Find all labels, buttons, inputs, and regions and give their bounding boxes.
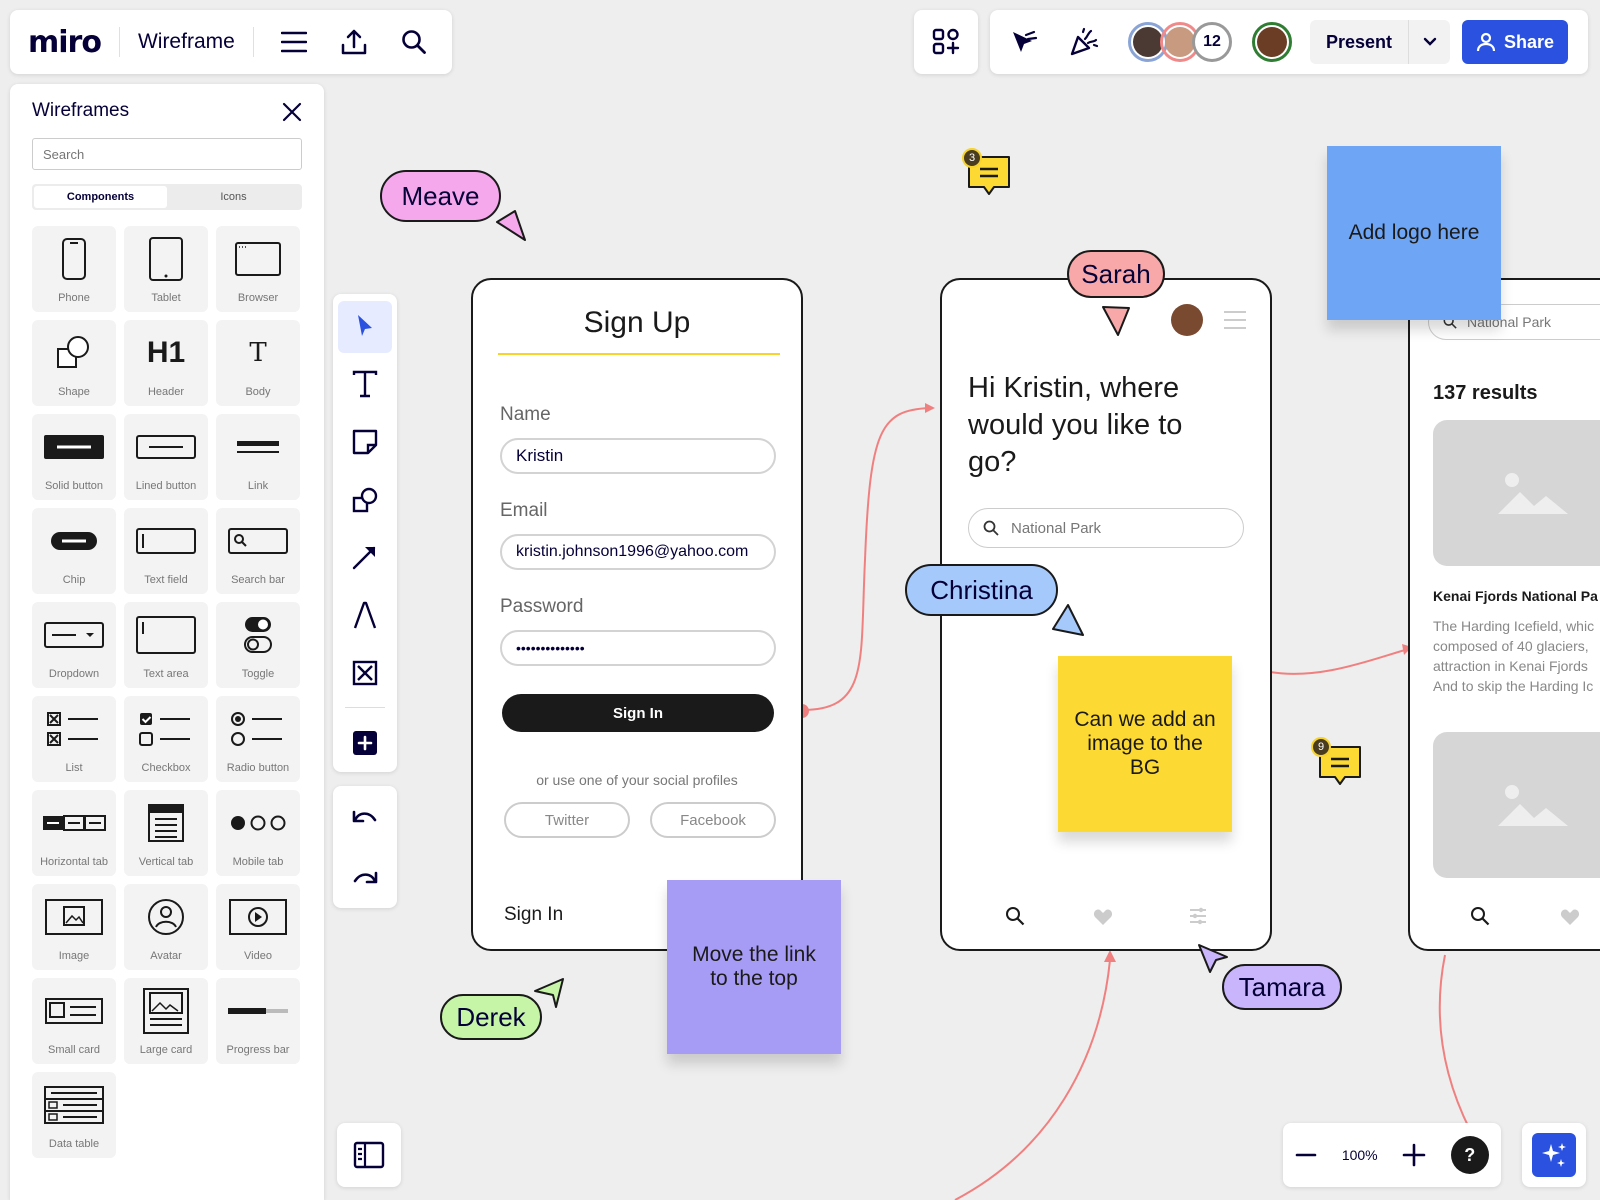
sticky-note[interactable]: Can we add an image to the BG [1058,656,1232,832]
image-icon [1498,780,1568,830]
result-title: Kenai Fjords National Pa [1433,588,1598,604]
sticky-note[interactable]: Move the link to the top [667,880,841,1054]
zoom-out-icon[interactable] [1295,1144,1317,1166]
description-line: attraction in Kenai Fjords [1433,658,1588,674]
facebook-button[interactable]: Facebook [650,802,776,838]
heart-icon[interactable] [1560,908,1580,926]
results-count: 137 results [1433,382,1538,404]
zoom-level[interactable]: 100% [1342,1147,1378,1163]
signup-title: Sign Up [583,306,691,339]
results-frame[interactable]: National Park 137 results Kenai Fjords N… [1408,278,1600,951]
cursor-label-tamara: Tamara [1222,964,1342,1010]
cursor-arrow-icon [496,210,526,241]
comment-count-badge: 3 [962,148,982,168]
email-field[interactable]: kristin.johnson1996@yahoo.com [500,534,776,570]
description-line: The Harding Icefield, whic [1433,618,1595,634]
sticky-note[interactable]: Add logo here [1327,146,1501,320]
menu-icon[interactable] [1223,310,1247,330]
result-image-placeholder [1433,732,1600,878]
heart-icon[interactable] [1093,908,1113,926]
image-icon [1498,468,1568,518]
password-field[interactable]: •••••••••••••• [500,630,776,666]
ai-assist-button[interactable] [1522,1123,1586,1187]
greeting-heading: Hi Kristin, where would you like to go? [968,372,1183,479]
description-line: composed of 40 glaciers, [1433,638,1589,654]
title-underline [498,353,780,355]
help-button[interactable]: ? [1450,1136,1489,1174]
name-field[interactable]: Kristin [500,438,776,474]
zoom-in-icon[interactable] [1402,1143,1426,1167]
signin-button[interactable]: Sign In [502,694,774,732]
cursor-label-meave: Meave [380,170,501,222]
password-label: Password [500,596,584,617]
name-label: Name [500,404,551,425]
email-label: Email [500,500,548,521]
cursor-arrow-icon [1198,944,1228,973]
avatar[interactable] [1171,304,1203,336]
cursor-label-sarah: Sarah [1067,250,1165,298]
home-search-bar[interactable]: National Park [968,508,1244,548]
search-value: National Park [1011,519,1102,537]
cursor-arrow-icon [1102,306,1130,336]
comment-count-badge: 9 [1311,737,1331,757]
result-description: The Harding Icefield, whic composed of 4… [1433,616,1594,696]
search-icon[interactable] [1470,906,1490,926]
signin-link[interactable]: Sign In [504,904,563,926]
cursor-arrow-icon [1052,604,1084,636]
cursor-arrow-icon [534,978,564,1008]
signup-frame[interactable]: Sign Up Name Kristin Email kristin.johns… [471,278,803,951]
result-image-placeholder [1433,420,1600,566]
search-icon[interactable] [1005,906,1025,926]
cursor-label-derek: Derek [440,994,542,1040]
description-line: And to skip the Harding Ic [1433,678,1594,694]
search-icon [983,520,999,536]
twitter-button[interactable]: Twitter [504,802,630,838]
cursor-label-christina: Christina [905,564,1058,616]
sparkle-icon [1532,1133,1576,1177]
filter-icon[interactable] [1188,906,1208,926]
social-text: or use one of your social profiles [536,772,738,788]
zoom-controls: 100% ? [1283,1123,1501,1187]
